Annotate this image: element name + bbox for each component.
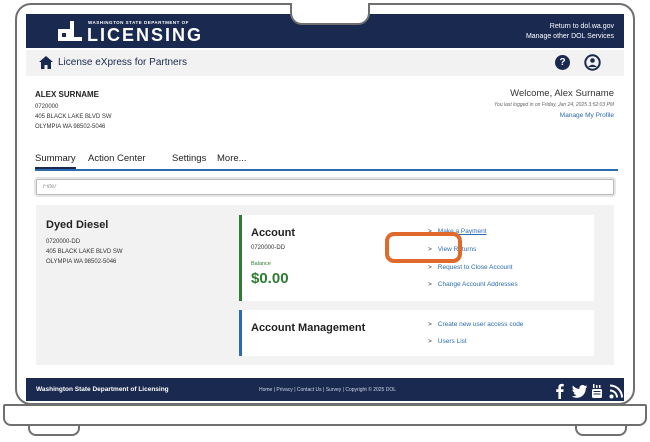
chevron-right-icon: >: [428, 338, 432, 345]
laptop-foot-right: [575, 426, 627, 436]
tab-summary[interactable]: Summary: [35, 153, 76, 169]
manage-other-services-link[interactable]: Manage other DOL Services: [526, 32, 614, 42]
account-card-id: 0720000-DD: [251, 245, 286, 251]
change-addresses-label: Change Account Addresses: [437, 281, 518, 288]
licensing-logo-icon: [58, 21, 82, 41]
create-access-code-link[interactable]: > Create new user access code: [428, 321, 523, 328]
app-bar: License eXpress for Partners ?: [26, 50, 624, 76]
request-close-account-link[interactable]: > Request to Close Account: [428, 264, 513, 271]
chevron-right-icon: >: [428, 321, 432, 328]
tab-action-center[interactable]: Action Center: [88, 153, 146, 164]
browser-screen: WASHINGTON STATE DEPARTMENT OF LICENSING…: [26, 14, 624, 401]
account-management-title: Account Management: [251, 322, 366, 334]
header-links: Return to dol.wa.gov Manage other DOL Se…: [526, 22, 614, 42]
account-id: 0720000-DD: [46, 239, 81, 245]
customer-address-line1: 405 BLACK LAKE BLVD SW: [35, 114, 112, 120]
last-login-text: You last logged in on Friday, Jan 24, 20…: [494, 102, 614, 108]
filter-input[interactable]: [36, 179, 614, 195]
site-footer: Washington State Department of Licensing…: [26, 378, 624, 401]
manage-profile-link[interactable]: Manage My Profile: [494, 112, 614, 119]
customer-address-line2: OLYMPIA WA 98502-5046: [35, 124, 106, 130]
users-list-link[interactable]: > Users List: [428, 338, 467, 345]
balance-value: $0.00: [251, 270, 289, 287]
tab-bar: Summary Action Center Settings More...: [35, 150, 618, 171]
account-name: Dyed Diesel: [46, 219, 109, 231]
return-to-dol-link[interactable]: Return to dol.wa.gov: [526, 22, 614, 32]
user-profile-icon[interactable]: [584, 54, 601, 71]
account-info: 0720000-DD 405 BLACK LAKE BLVD SW OLYMPI…: [46, 237, 123, 267]
home-icon[interactable]: [39, 56, 53, 69]
account-panel: Dyed Diesel 0720000-DD 405 BLACK LAKE BL…: [36, 205, 614, 365]
customer-id: 0720000: [35, 104, 59, 110]
laptop-camera-notch: [290, 3, 370, 25]
account-management-card: Account Management > Create new user acce…: [239, 310, 594, 356]
welcome-message: Welcome, Alex Surname: [510, 88, 614, 99]
account-card-title: Account: [251, 227, 295, 239]
twitter-icon[interactable]: [571, 383, 588, 399]
tab-more[interactable]: More...: [217, 153, 247, 164]
welcome-block: Welcome, Alex Surname You last logged in…: [494, 88, 614, 119]
chevron-right-icon: >: [428, 264, 432, 271]
create-access-code-label: Create new user access code: [437, 321, 524, 328]
customer-name: ALEX SURNAME: [35, 90, 100, 99]
account-address-line1: 405 BLACK LAKE BLVD SW: [46, 249, 123, 255]
footer-org-name: Washington State Department of Licensing: [36, 386, 169, 393]
chevron-right-icon: >: [428, 281, 432, 288]
balance-label: Balance: [251, 261, 271, 267]
request-close-account-label: Request to Close Account: [437, 264, 513, 271]
laptop-base: [3, 404, 647, 426]
facebook-icon[interactable]: [556, 383, 564, 399]
app-title[interactable]: License eXpress for Partners: [58, 57, 187, 68]
rss-icon[interactable]: [609, 383, 623, 399]
account-address-line2: OLYMPIA WA 98502-5046: [46, 259, 117, 265]
footer-links[interactable]: Home | Privacy | Contact Us | Survey | C…: [259, 387, 396, 393]
help-icon[interactable]: ?: [555, 55, 570, 70]
laptop-foot-left: [28, 426, 80, 436]
change-addresses-link[interactable]: > Change Account Addresses: [428, 281, 518, 288]
logo-title: LICENSING: [87, 25, 204, 45]
customer-info: ALEX SURNAME 0720000 405 BLACK LAKE BLVD…: [35, 90, 112, 132]
users-list-label: Users List: [437, 338, 467, 345]
tab-settings[interactable]: Settings: [172, 153, 206, 164]
view-returns-highlight: [385, 232, 462, 263]
youtube-icon[interactable]: [591, 383, 603, 399]
